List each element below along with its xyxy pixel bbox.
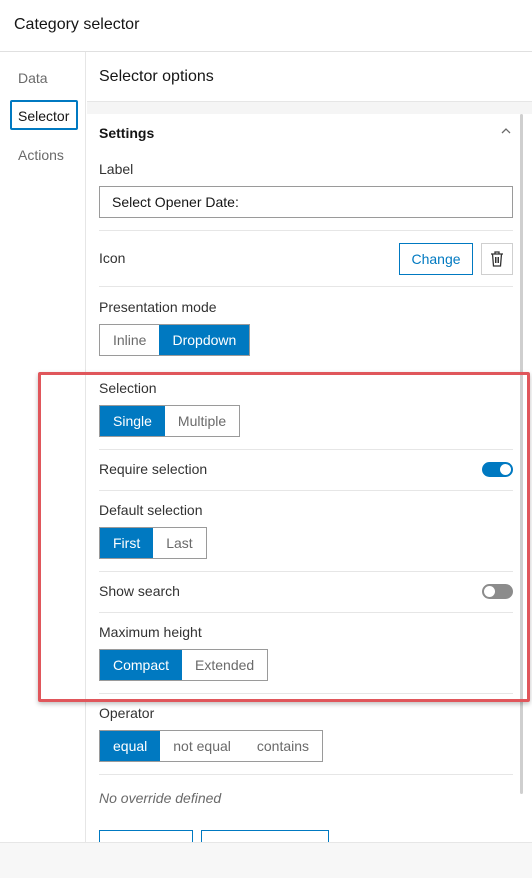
main-header: Selector options: [87, 52, 532, 102]
settings-section-title: Settings: [99, 125, 155, 141]
operator-option-equal[interactable]: equal: [100, 731, 161, 761]
label-input[interactable]: Select Opener Date:: [99, 186, 513, 218]
require-selection-toggle[interactable]: [482, 462, 513, 477]
main-panel: Selector options Settings Label Select O…: [87, 52, 532, 878]
divider: [99, 230, 513, 231]
show-search-label: Show search: [99, 583, 180, 599]
header-separator-band: [87, 102, 532, 114]
operator-label: Operator: [99, 705, 155, 721]
toggle-knob: [500, 464, 511, 475]
left-nav: Data Selector Actions: [0, 52, 86, 878]
default-option-first[interactable]: First: [100, 528, 154, 558]
require-selection-label: Require selection: [99, 461, 208, 477]
divider: [99, 286, 513, 287]
divider: [99, 449, 513, 450]
presentation-option-dropdown[interactable]: Dropdown: [159, 325, 250, 355]
operator-segmented: equal not equal contains: [99, 730, 324, 762]
selection-segmented: Single Multiple: [99, 405, 241, 437]
scrollbar[interactable]: [520, 114, 523, 794]
change-icon-button[interactable]: Change: [399, 243, 473, 275]
toggle-knob: [484, 586, 495, 597]
default-selection-label: Default selection: [99, 502, 203, 518]
label-field-label: Label: [99, 161, 134, 177]
presentation-option-inline[interactable]: Inline: [100, 325, 159, 355]
divider: [99, 774, 513, 775]
nav-item-data[interactable]: Data: [10, 64, 78, 94]
operator-option-not-equal[interactable]: not equal: [160, 731, 244, 761]
max-height-option-compact[interactable]: Compact: [100, 650, 183, 680]
main-title: Selector options: [99, 68, 214, 85]
max-height-option-extended[interactable]: Extended: [182, 650, 267, 680]
icon-label: Icon: [99, 250, 126, 266]
show-search-toggle[interactable]: [482, 584, 513, 599]
panel-footer: [0, 842, 532, 878]
override-note: No override defined: [99, 790, 222, 806]
nav-item-actions[interactable]: Actions: [10, 141, 78, 171]
selection-label: Selection: [99, 380, 157, 396]
chevron-up-icon[interactable]: [499, 124, 513, 138]
trash-icon: [491, 251, 503, 267]
divider: [99, 571, 513, 572]
panel-title: Category selector: [14, 16, 140, 33]
divider: [99, 490, 513, 491]
operator-option-contains[interactable]: contains: [244, 731, 322, 761]
selection-option-single[interactable]: Single: [100, 406, 165, 436]
selection-option-multiple[interactable]: Multiple: [165, 406, 239, 436]
divider: [99, 612, 513, 613]
maximum-height-segmented: Compact Extended: [99, 649, 269, 681]
presentation-mode-segmented: Inline Dropdown: [99, 324, 251, 356]
maximum-height-label: Maximum height: [99, 624, 202, 640]
default-option-last[interactable]: Last: [153, 528, 205, 558]
nav-item-selector[interactable]: Selector: [10, 100, 78, 130]
presentation-mode-label: Presentation mode: [99, 299, 217, 315]
divider: [99, 693, 513, 694]
panel-header: Category selector: [0, 0, 532, 52]
delete-icon-button[interactable]: [481, 243, 513, 275]
default-selection-segmented: First Last: [99, 527, 207, 559]
